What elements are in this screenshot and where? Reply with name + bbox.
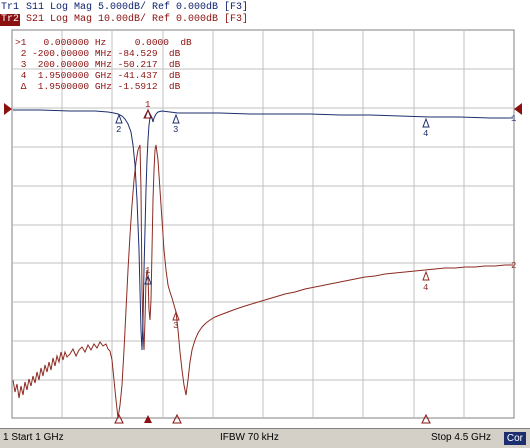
marker-row-delta: Δ 1.9500000 GHz -1.5912 dB [15,81,181,92]
marker-2-s11-icon[interactable] [115,113,123,124]
marker-4-s11-label: 4 [423,129,428,139]
stop-frequency[interactable]: Stop 4.5 GHz [431,432,491,443]
marker-4-s21-label: 4 [423,283,428,293]
stim-marker-1-icon[interactable] [144,415,152,423]
marker-3-s11-icon[interactable] [172,113,180,124]
marker-row-2: 2 -200.00000 MHz -84.529 dB [15,48,181,59]
marker-1-label: 1 [145,100,150,110]
marker-2-s11-label: 2 [116,125,121,135]
status-bar: 1 Start 1 GHz IFBW 70 kHz Stop 4.5 GHz C… [0,428,530,448]
trace1-end-label: 1 [511,114,516,124]
marker-1-s21-label: 1 [145,266,150,276]
marker-row-3: 3 200.00000 MHz -50.217 dB [15,59,181,70]
s21-markers[interactable]: 1 3 4 2 [144,261,516,331]
marker-table: >1 0.000000 Hz 0.0000 dB 2 -200.00000 MH… [15,37,192,92]
start-frequency[interactable]: 1 Start 1 GHz [3,432,64,443]
marker-3-s21-label: 3 [173,321,178,331]
plot-area[interactable]: >1 0.000000 Hz 0.0000 dB 2 -200.00000 MH… [0,0,530,430]
active-marker-1[interactable]: 1 [143,100,153,119]
stimulus-markers[interactable] [114,413,431,424]
stim-marker-3-icon[interactable] [172,413,182,424]
stim-marker-4-icon[interactable] [421,413,431,424]
ifbw-setting[interactable]: IFBW 70 kHz [220,432,279,443]
vna-screen: Tr1 S11 Log Mag 5.000dB/ Ref 0.000dB [F3… [0,0,530,448]
marker-row-4: 4 1.9500000 GHz -41.437 dB [15,70,181,81]
marker-row-1: >1 0.000000 Hz 0.0000 dB [15,37,192,48]
marker-4-s11-icon[interactable] [422,117,430,128]
stim-marker-2-icon[interactable] [114,413,124,424]
trace2-end-label: 2 [511,261,516,271]
ref-level-left-arrow[interactable] [4,103,12,115]
marker-3-s11-label: 3 [173,125,178,135]
correction-badge[interactable]: Cor [503,432,526,445]
marker-4-s21-icon[interactable] [422,270,430,281]
